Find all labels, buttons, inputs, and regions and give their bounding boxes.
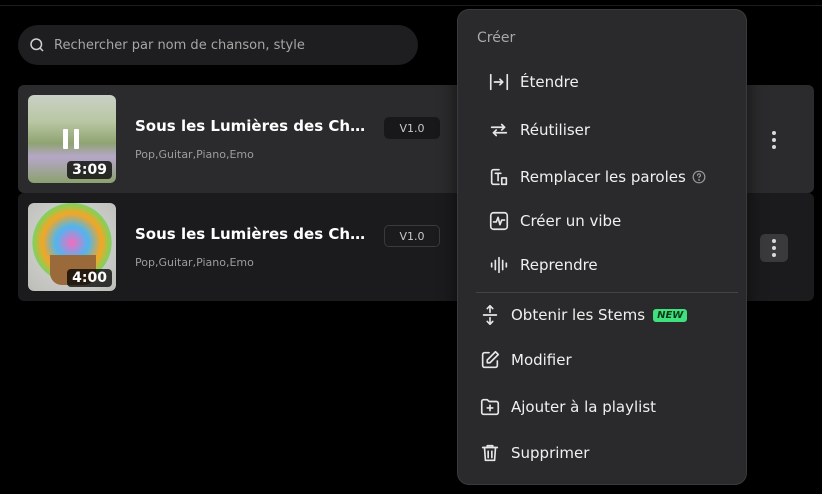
more-options-icon[interactable] — [760, 234, 788, 262]
menu-divider — [476, 292, 738, 293]
menu-item-reuse[interactable]: Réutiliser — [488, 115, 590, 145]
replace-lyrics-icon — [490, 168, 508, 186]
song-cover[interactable]: 3:09 — [28, 95, 116, 183]
song-title[interactable]: Sous les Lumières des Champs — [135, 117, 370, 135]
menu-item-replace-lyrics[interactable]: Remplacer les paroles — [488, 162, 706, 192]
add-playlist-icon — [480, 398, 500, 416]
song-cover[interactable]: 4:00 — [28, 203, 116, 291]
menu-item-label: Reprendre — [520, 256, 598, 274]
menu-item-label: Modifier — [511, 351, 572, 369]
menu-item-delete[interactable]: Supprimer — [479, 438, 589, 468]
menu-item-label: Créer un vibe — [520, 212, 622, 230]
song-duration: 4:00 — [67, 269, 112, 287]
song-duration: 3:09 — [67, 161, 112, 179]
context-menu: Créer Étendre Réutiliser Remplacer les p… — [457, 9, 747, 485]
edit-icon — [481, 350, 500, 369]
menu-item-label: Réutiliser — [520, 121, 591, 139]
menu-item-extend[interactable]: Étendre — [488, 67, 579, 97]
song-tags: Pop,Guitar,Piano,Emo — [135, 148, 254, 161]
version-badge[interactable]: V1.0 — [384, 117, 440, 139]
menu-item-label: Obtenir les Stems — [511, 306, 646, 324]
trash-icon — [481, 444, 499, 462]
menu-item-label: Remplacer les paroles — [520, 168, 686, 186]
search-bar[interactable] — [18, 25, 418, 65]
search-input[interactable] — [52, 36, 396, 54]
song-tags: Pop,Guitar,Piano,Emo — [135, 256, 254, 269]
stems-icon — [482, 305, 498, 325]
new-badge: NEW — [653, 308, 688, 322]
vibe-icon — [489, 211, 509, 231]
menu-heading: Créer — [477, 30, 516, 46]
help-icon[interactable] — [692, 170, 706, 184]
more-options-icon[interactable] — [760, 126, 788, 154]
extend-icon — [489, 73, 509, 91]
menu-item-label: Supprimer — [511, 444, 590, 462]
version-badge[interactable]: V1.0 — [384, 225, 440, 247]
menu-item-label: Étendre — [520, 73, 579, 91]
pause-icon[interactable] — [61, 129, 81, 149]
menu-item-cover[interactable]: Reprendre — [488, 250, 598, 280]
menu-item-add-playlist[interactable]: Ajouter à la playlist — [479, 392, 656, 422]
top-divider — [0, 5, 822, 6]
cover-icon — [490, 256, 508, 274]
menu-item-stems[interactable]: Obtenir les Stems NEW — [479, 300, 688, 330]
menu-item-edit[interactable]: Modifier — [479, 345, 572, 375]
menu-item-create-vibe[interactable]: Créer un vibe — [488, 206, 621, 236]
reuse-icon — [490, 123, 508, 137]
search-icon — [30, 38, 44, 52]
song-title[interactable]: Sous les Lumières des Champs — [135, 225, 370, 243]
menu-item-label: Ajouter à la playlist — [511, 398, 657, 416]
